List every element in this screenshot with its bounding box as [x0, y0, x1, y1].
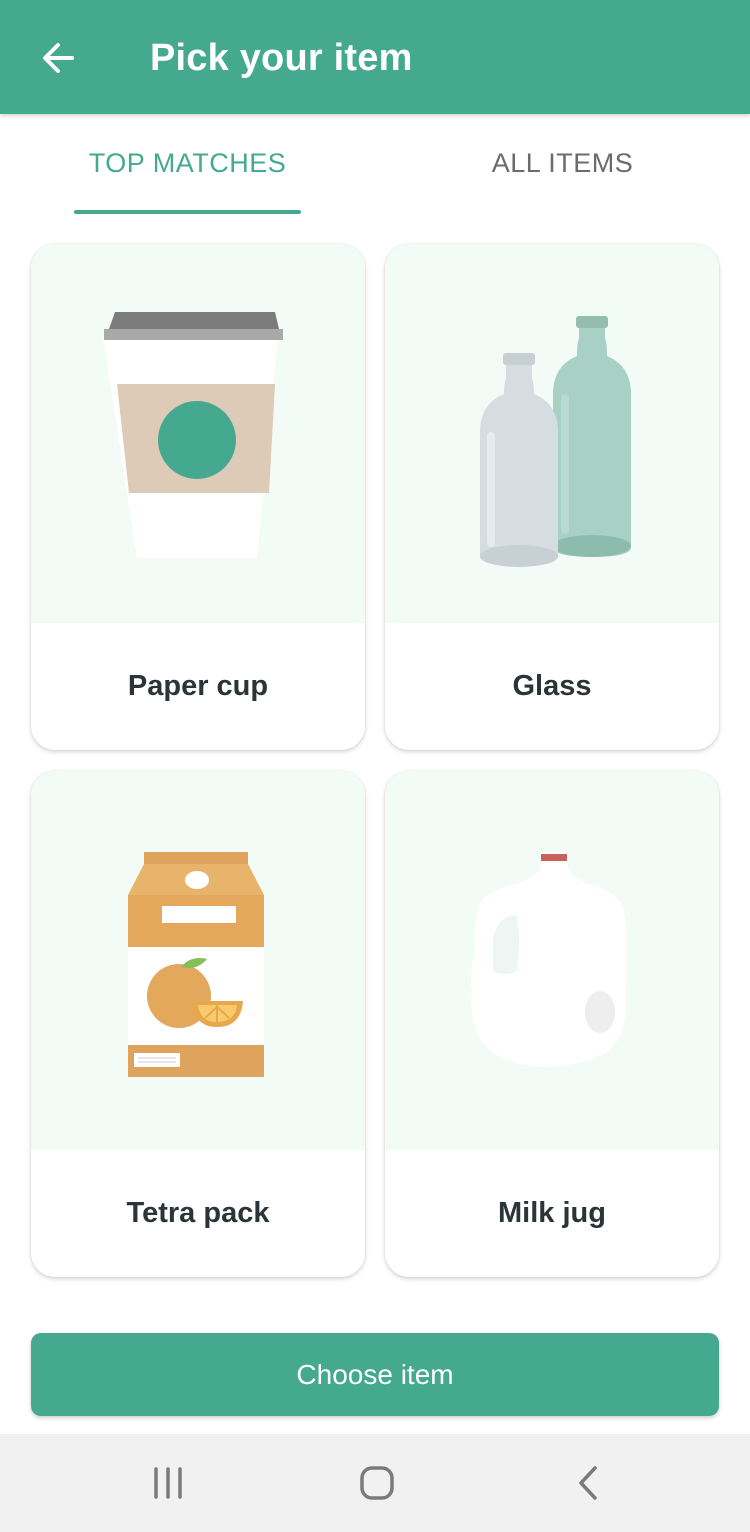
item-label: Tetra pack	[126, 1197, 270, 1229]
system-back-button[interactable]	[553, 1458, 623, 1508]
back-icon	[579, 1466, 597, 1500]
item-card-tetra-pack[interactable]: Tetra pack	[31, 771, 365, 1277]
page-title: Pick your item	[150, 37, 413, 79]
item-label: Paper cup	[127, 670, 269, 702]
choose-item-button[interactable]: Choose item	[31, 1333, 719, 1416]
tab-selected-indicator	[74, 210, 301, 214]
item-image	[385, 771, 719, 1150]
item-image	[385, 244, 719, 623]
back-button[interactable]	[28, 28, 88, 88]
tab-bar: TOP MATCHES ALL ITEMS	[0, 114, 750, 214]
tab-top-matches[interactable]: TOP MATCHES	[0, 114, 375, 214]
item-label: Glass	[512, 670, 592, 702]
paper-cup-illustration	[103, 312, 283, 558]
item-image	[31, 771, 365, 1150]
app-bar: Pick your item	[0, 0, 750, 114]
item-card-paper-cup[interactable]: Paper cup	[31, 244, 365, 750]
arrow-left-icon	[43, 43, 74, 73]
item-label: Milk jug	[498, 1197, 606, 1229]
item-image	[31, 244, 365, 623]
item-card-milk-jug[interactable]: Milk jug	[385, 771, 719, 1277]
system-nav-bar	[0, 1434, 750, 1532]
recent-apps-icon	[154, 1467, 182, 1499]
glass-bottles-illustration	[480, 316, 631, 567]
item-card-glass[interactable]: Glass	[385, 244, 719, 750]
milk-jug-illustration	[471, 854, 627, 1067]
tetra-pack-illustration	[128, 852, 264, 1077]
home-icon	[360, 1466, 394, 1500]
home-button[interactable]	[342, 1458, 412, 1508]
tab-all-items[interactable]: ALL ITEMS	[375, 114, 750, 214]
recent-apps-button[interactable]	[133, 1458, 203, 1508]
